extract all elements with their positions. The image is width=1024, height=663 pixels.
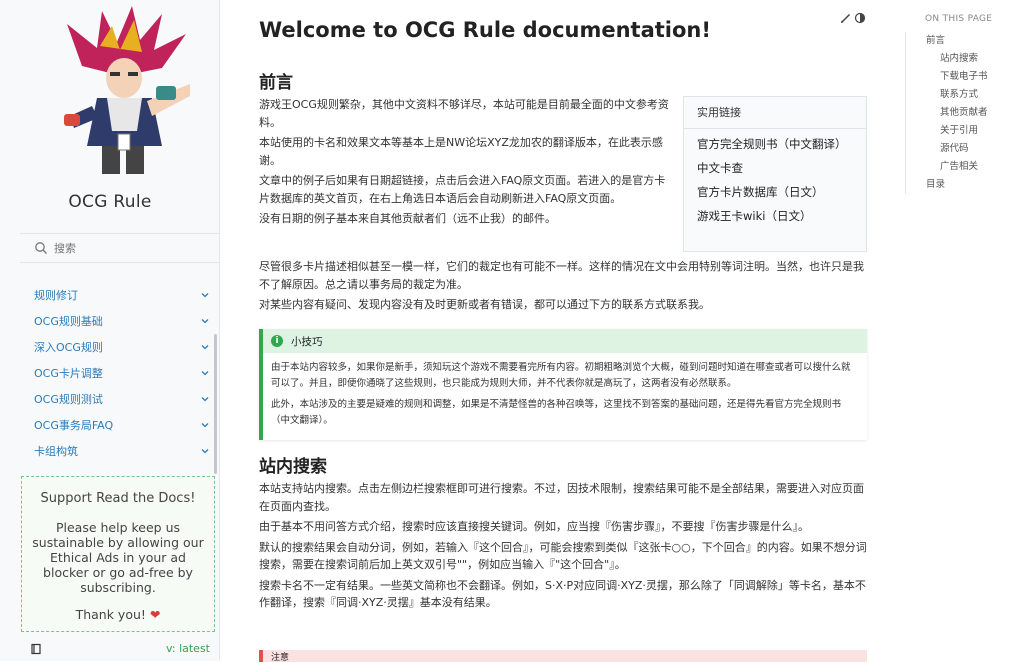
nav-item-rule-revision[interactable]: 规则修订	[20, 282, 220, 308]
nav-item-label: 深入OCG规则	[34, 341, 103, 354]
ad-title: Support Read the Docs!	[40, 491, 196, 506]
sidebar-nav: 规则修订 OCG规则基础 深入OCG规则 OCG卡片调整 OCG规则测试 OCG…	[20, 282, 220, 464]
toc-item-citation[interactable]: 关于引用	[906, 122, 1015, 140]
nav-item-card-adjustments[interactable]: OCG卡片调整	[20, 360, 220, 386]
section-heading-preface: 前言	[259, 73, 293, 93]
search-box[interactable]	[20, 233, 220, 263]
ad-thanks: Thank you! ❤	[22, 607, 214, 622]
useful-links-heading: 实用链接	[684, 97, 866, 129]
tip-body: 由于本站内容较多，如果你是新手，须知玩这个游戏不需要看完所有内容。初期粗略浏览个…	[263, 353, 867, 429]
toc-item-ads[interactable]: 广告相关	[906, 158, 1015, 176]
tip-callout: i 小技巧 由于本站内容较多，如果你是新手，须知玩这个游戏不需要看完所有内容。初…	[259, 329, 867, 440]
chevron-down-icon[interactable]	[200, 368, 210, 378]
sidebar-footer: v: latest	[20, 636, 220, 661]
ad-body: Please help keep us sustainable by allow…	[32, 520, 204, 595]
chevron-down-icon[interactable]	[200, 316, 210, 326]
paragraph: 没有日期的例子基本来自其他贡献者们（远不止我）的邮件。	[259, 212, 556, 225]
nav-item-label: OCG规则测试	[34, 393, 103, 406]
nav-item-ocg-basics[interactable]: OCG规则基础	[20, 308, 220, 334]
nav-item-label: OCG卡片调整	[34, 367, 103, 380]
search-input[interactable]	[54, 241, 204, 255]
toc-item-contact[interactable]: 联系方式	[906, 86, 1015, 104]
ad-thanks-text: Thank you!	[75, 607, 146, 622]
preface-paragraphs-a: 游戏王OCG规则繁杂，其他中文资料不够详尽，本站可能是目前最全面的中文参考资料。…	[259, 96, 673, 228]
chevron-down-icon[interactable]	[200, 342, 210, 352]
main-content: Welcome to OCG Rule documentation! 前言 游戏…	[259, 0, 869, 663]
link-yugioh-card-wiki[interactable]: 游戏王卡wiki（日文）	[684, 208, 866, 225]
paragraph: 尽管很多卡片描述相似甚至一模一样，它们的裁定也有可能不一样。这样的情况在文中会用…	[259, 260, 864, 291]
logo-character-image	[64, 6, 190, 174]
paragraph: 由于基本不用问答方式介绍，搜索时应该直接搜关键词。例如，应当搜『伤害步骤』，不要…	[259, 520, 809, 533]
paragraph: 文章中的例子后如果有日期超链接，点击后会进入FAQ原文页面。若进入的是官方卡片数…	[259, 174, 666, 205]
tip-header: i 小技巧	[263, 329, 867, 353]
site-title[interactable]: OCG Rule	[0, 192, 220, 212]
toc-item-source-code[interactable]: 源代码	[906, 140, 1015, 158]
chevron-down-icon[interactable]	[200, 420, 210, 430]
nav-item-deck-building[interactable]: 卡组构筑	[20, 438, 220, 464]
tip-paragraph: 由于本站内容较多，如果你是新手，须知玩这个游戏不需要看完所有内容。初期粗略浏览个…	[271, 362, 851, 389]
nav-item-rule-tests[interactable]: OCG规则测试	[20, 386, 220, 412]
toc-item-preface[interactable]: 前言	[906, 32, 1015, 50]
link-chinese-card-search[interactable]: 中文卡查	[684, 160, 866, 177]
sidebar-scrollbar[interactable]	[214, 334, 217, 474]
tip-heading: 小技巧	[291, 335, 323, 348]
useful-links-box: 实用链接 官方完全规则书（中文翻译） 中文卡查 官方卡片数据库（日文） 游戏王卡…	[683, 96, 867, 252]
paragraph: 搜索卡名不一定有结果。一些英文简称也不会翻译。例如，S·X·P对应同调·XYZ·…	[259, 578, 866, 610]
chevron-down-icon[interactable]	[200, 290, 210, 300]
nav-item-label: 规则修订	[34, 289, 78, 302]
page-title: Welcome to OCG Rule documentation!	[259, 18, 711, 42]
nav-item-office-faq[interactable]: OCG事务局FAQ	[20, 412, 220, 438]
book-icon[interactable]	[30, 643, 42, 655]
paragraph: 默认的搜索结果会自动分词，例如，若输入『这个回合』，可能会搜索到类似『这张卡○○…	[259, 540, 867, 572]
toc-item-site-search[interactable]: 站内搜索	[906, 50, 1015, 68]
section-heading-site-search: 站内搜索	[259, 457, 327, 477]
preface-paragraphs-b: 尽管很多卡片描述相似甚至一模一样，它们的裁定也有可能不一样。这样的情况在文中会用…	[259, 258, 867, 314]
sidebar: OCG Rule 规则修订 OCG规则基础 深入OCG规则 OCG卡片调整 OC…	[0, 0, 220, 661]
search-icon	[35, 242, 47, 254]
link-official-card-database[interactable]: 官方卡片数据库（日文）	[684, 184, 866, 201]
paragraph: 对某些内容有疑问、发现内容没有及时更新或者有错误，都可以通过下方的联系方式联系我…	[259, 298, 710, 311]
toc-list: 前言 站内搜索 下载电子书 联系方式 其他贡献者 关于引用 源代码 广告相关 目…	[905, 32, 1015, 194]
nav-item-label: OCG规则基础	[34, 315, 103, 328]
on-this-page-toc: ON THIS PAGE 前言 站内搜索 下载电子书 联系方式 其他贡献者 关于…	[905, 14, 1015, 194]
version-selector[interactable]: v: latest	[166, 642, 210, 655]
ethical-ad[interactable]: Support Read the Docs! Please help keep …	[21, 476, 215, 632]
paragraph: 游戏王OCG规则繁杂，其他中文资料不够详尽，本站可能是目前最全面的中文参考资料。	[259, 98, 669, 129]
toc-item-contributors[interactable]: 其他贡献者	[906, 104, 1015, 122]
toc-item-ebook-download[interactable]: 下载电子书	[906, 68, 1015, 86]
warning-callout: 注意	[259, 650, 867, 663]
toc-heading: ON THIS PAGE	[925, 14, 993, 24]
logo-area[interactable]: OCG Rule	[0, 0, 220, 232]
link-official-rulebook[interactable]: 官方完全规则书（中文翻译）	[684, 136, 866, 153]
paragraph: 本站使用的卡名和效果文本等基本上是NW论坛XYZ龙加农的翻译版本，在此表示感谢。	[259, 136, 663, 167]
warning-heading: 注意	[271, 653, 290, 663]
nav-item-label: 卡组构筑	[34, 445, 78, 458]
info-icon: i	[271, 335, 283, 347]
heart-icon: ❤	[149, 607, 161, 622]
nav-item-label: OCG事务局FAQ	[34, 419, 114, 432]
toc-item-contents[interactable]: 目录	[906, 176, 1015, 194]
chevron-down-icon[interactable]	[200, 446, 210, 456]
tip-paragraph: 此外，本站涉及的主要是疑难的规则和调整，如果是不清楚怪兽的各种召唤等，这里找不到…	[271, 399, 842, 426]
nav-item-advanced-rules[interactable]: 深入OCG规则	[20, 334, 220, 360]
chevron-down-icon[interactable]	[200, 394, 210, 404]
paragraph: 本站支持站内搜索。点击左侧边栏搜索框即可进行搜索。不过，因技术限制，搜索结果可能…	[259, 482, 864, 513]
search-paragraphs: 本站支持站内搜索。点击左侧边栏搜索框即可进行搜索。不过，因技术限制，搜索结果可能…	[259, 480, 867, 612]
